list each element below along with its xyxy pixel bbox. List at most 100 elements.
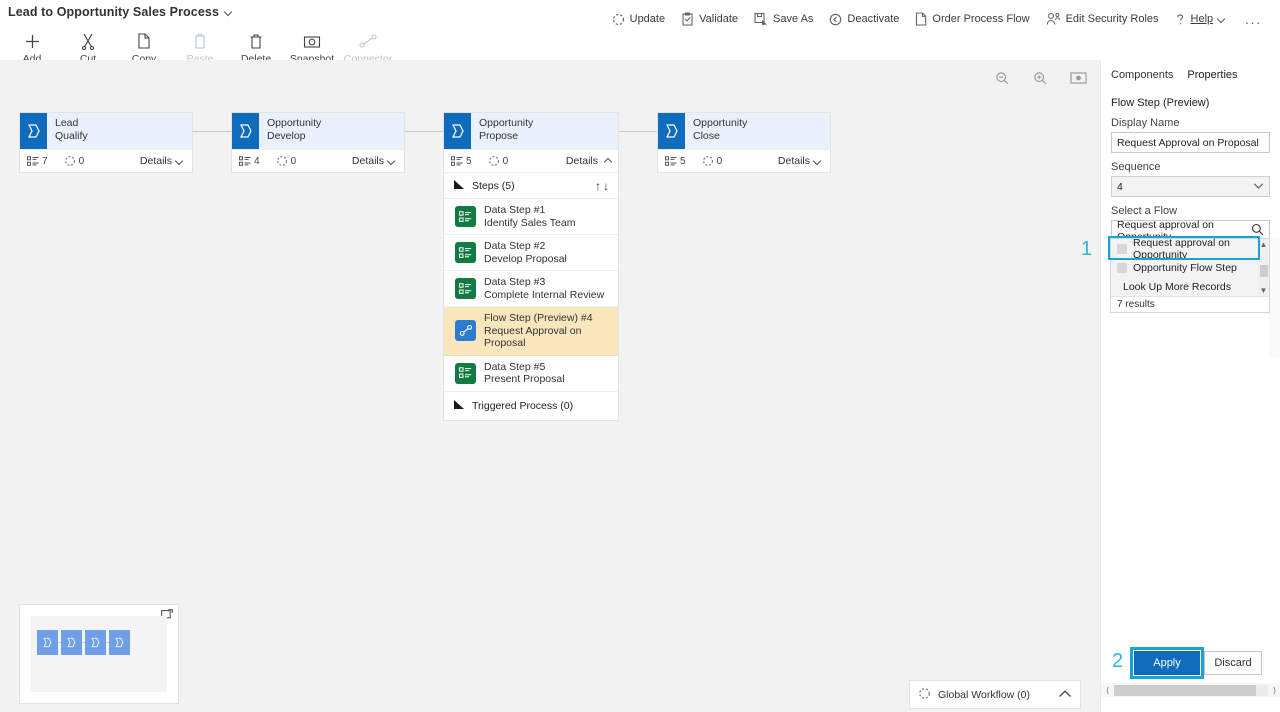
step-type-label: Flow Step (Preview) #4 [484,312,593,324]
stage-details-toggle[interactable]: Details [352,155,397,167]
order-process-flow-label: Order Process Flow [932,13,1030,25]
apply-button[interactable]: Apply [1134,651,1200,675]
step-name-label: Present Proposal [484,373,565,385]
step-row-selected[interactable]: Flow Step (Preview) #4 Request Approval … [444,307,618,356]
order-process-flow-button[interactable]: Order Process Flow [907,9,1037,29]
annotation-number-2: 2 [1112,650,1124,672]
stage-card-opportunity-develop[interactable]: Opportunity Develop 4 0 Details [232,113,404,172]
fit-to-screen-icon[interactable] [1068,68,1088,88]
help-button[interactable]: Help [1167,10,1236,29]
chevron-down-icon[interactable] [1253,181,1264,193]
save-as-button[interactable]: Save As [746,9,821,29]
steps-metric: 5 [665,156,686,167]
discard-button[interactable]: Discard [1204,651,1262,675]
process-canvas[interactable]: Lead Qualify 7 0 Details Opportunity Dev… [0,60,1100,712]
step-row[interactable]: Data Step #2 Develop Proposal [444,235,618,271]
edit-security-roles-label: Edit Security Roles [1065,13,1159,25]
validate-button-label: Validate [699,13,739,25]
zoom-out-icon[interactable] [992,68,1012,88]
minimap-viewport [31,616,167,692]
document-title-row[interactable]: Lead to Opportunity Sales Process [8,5,234,19]
flow-dropdown-item-opportunity-flow-step[interactable]: Opportunity Flow Step [1111,258,1269,277]
steps-count: 7 [42,155,48,167]
scrollbar-track[interactable] [1114,684,1268,696]
stage-card-opportunity-close[interactable]: Opportunity Close 5 0 Details [658,113,830,172]
step-name-label: Identify Sales Team [484,216,576,229]
secondary-toolbar: Update Validate Save As Deactivate Order [604,8,1272,30]
stage-details-toggle[interactable]: Details [566,155,611,167]
chevron-down-icon[interactable] [225,8,234,17]
step-name-label: Develop Proposal [484,252,567,265]
chevron-up-icon[interactable]: ▲ [1258,239,1269,250]
triggered-process-label: Triggered Process (0) [472,399,574,412]
stage-entity: Opportunity [267,117,322,129]
flow-dropdown-item-request-approval[interactable]: Request approval on Opportunity [1111,237,1269,261]
step-text-block: Data Step #5 Present Proposal [484,361,565,386]
minimap[interactable] [20,605,178,703]
minimap-node [37,630,58,655]
global-workflow-bar[interactable]: Global Workflow (0) [910,681,1080,708]
step-row[interactable]: Data Step #1 Identify Sales Team [444,199,618,235]
flow-dropdown-item-label: Look Up More Records [1123,280,1231,293]
triggered-metric: 0 [488,155,509,167]
chevron-up-icon [602,157,611,166]
chevron-up-icon[interactable] [1058,688,1072,702]
dropdown-scrollbar[interactable]: ▲ ▼ [1258,239,1269,296]
sort-arrows[interactable]: ↑ ↓ [595,179,609,193]
panel-vertical-scrollbar[interactable] [1269,238,1280,358]
display-name-field: Display Name Request Approval on Proposa… [1101,109,1280,153]
sequence-select[interactable]: 4 [1111,176,1270,197]
scrollbar-thumb[interactable] [1260,265,1268,277]
chevron-down-icon [388,157,397,166]
flow-dropdown[interactable]: Request approval on Opportunity Opportun… [1110,237,1270,313]
panel-horizontal-scrollbar[interactable]: ⟨ ⟩ [1101,683,1280,697]
triggered-process-section-header[interactable]: Triggered Process (0) [444,392,618,420]
display-name-input[interactable]: Request Approval on Proposal [1111,132,1270,153]
zoom-in-icon[interactable] [1030,68,1050,88]
stage-title-block: Opportunity Close [685,113,747,149]
stage-details-toggle[interactable]: Details [778,155,823,167]
stage-connector [404,131,444,132]
stage-name: Qualify [55,129,88,142]
steps-count: 4 [254,155,260,167]
step-row[interactable]: Data Step #3 Complete Internal Review [444,271,618,307]
chevron-right-icon[interactable]: ⟩ [1268,686,1280,695]
step-type-label: Data Step #1 [484,204,546,216]
plus-icon [24,31,41,51]
triggered-count: 0 [502,155,509,167]
deactivate-button[interactable]: Deactivate [821,10,907,29]
edit-security-roles-button[interactable]: Edit Security Roles [1038,9,1167,29]
step-row[interactable]: Data Step #5 Present Proposal [444,356,618,392]
stage-flag-icon [658,113,685,149]
scrollbar-thumb[interactable] [1114,684,1256,696]
sort-up-icon[interactable]: ↑ [595,179,601,193]
triggered-count: 0 [290,155,297,167]
page-title: Lead to Opportunity Sales Process [8,5,219,19]
validate-button[interactable]: Validate [673,9,746,29]
record-thumbnail-icon [1117,262,1127,273]
stage-title-block: Lead Qualify [47,113,88,149]
step-name-label: Request Approval on Proposal [484,324,582,350]
details-label: Details [351,155,384,167]
sort-down-icon[interactable]: ↓ [603,179,609,193]
stage-entity: Opportunity [479,117,534,129]
sequence-field: Sequence 4 [1101,153,1280,197]
tab-components[interactable]: Components [1111,69,1173,85]
update-button[interactable]: Update [604,10,673,29]
steps-section-header[interactable]: Steps (5) ↑ ↓ [444,173,618,199]
chevron-left-icon[interactable]: ⟨ [1101,686,1114,695]
stage-name: Close [693,129,720,142]
stage-card-opportunity-propose[interactable]: Opportunity Propose 5 0 Details Steps (5… [444,113,618,420]
stage-entity: Lead [55,117,79,129]
page-icon [915,12,927,26]
overflow-ellipsis-icon[interactable]: ... [1235,9,1272,30]
stage-connector [192,131,232,132]
stage-details-toggle[interactable]: Details [140,155,185,167]
chevron-down-icon[interactable]: ▼ [1258,285,1269,296]
stage-flag-icon [20,113,47,149]
spinner-icon [488,155,499,167]
tab-properties[interactable]: Properties [1187,69,1237,85]
flow-dropdown-item-look-up-more-records[interactable]: Look Up More Records [1111,277,1269,296]
trash-icon [248,31,264,51]
stage-card-lead-qualify[interactable]: Lead Qualify 7 0 Details [20,113,192,172]
